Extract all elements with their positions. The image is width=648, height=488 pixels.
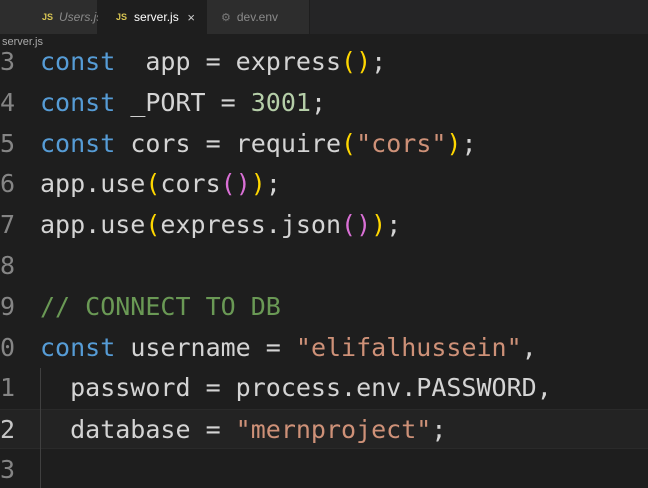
code-text: // CONNECT TO DB: [40, 287, 281, 327]
js-file-icon: JS: [116, 12, 128, 22]
code-token: app.use: [40, 210, 146, 240]
code-token: // CONNECT TO DB: [40, 291, 281, 321]
code-text: const _PORT = 3001;: [40, 83, 326, 123]
code-token: const: [40, 332, 116, 362]
code-token: database =: [40, 415, 236, 445]
code-token: express.json: [160, 210, 342, 240]
tab-dev-env[interactable]: ⚙ dev.env: [207, 0, 310, 34]
code-line[interactable]: 7 app.use(express.json());: [0, 205, 648, 245]
line-number: 4: [0, 87, 16, 117]
code-line[interactable]: 8: [0, 246, 648, 286]
line-number: 7: [0, 210, 16, 240]
code-line[interactable]: 2 database = "mernproject";: [0, 409, 648, 450]
code-token: "elifalhussein": [295, 332, 522, 362]
code-editor[interactable]: 3 const app = express(); 4 const _PORT = 30…: [0, 42, 648, 488]
code-token: username =: [115, 332, 296, 362]
code-token: cors: [160, 169, 221, 199]
code-token: (): [220, 169, 251, 199]
code-token: ): [250, 169, 266, 199]
code-token: "mernproject": [235, 415, 432, 445]
code-token: const: [40, 87, 116, 117]
line-number: 2: [0, 415, 16, 445]
code-token: (: [145, 169, 161, 199]
js-file-icon: JS: [42, 12, 54, 22]
code-token: const: [40, 47, 116, 76]
tab-server-js[interactable]: JS server.js ×: [98, 0, 207, 34]
code-line[interactable]: 6 app.use(cors());: [0, 164, 648, 204]
code-token: (: [341, 128, 357, 158]
code-token: (): [341, 210, 372, 240]
code-token: cors = require: [115, 128, 342, 158]
indent-guide: [40, 368, 41, 488]
code-token: ,: [521, 332, 537, 362]
tab-label: server.js: [134, 10, 179, 24]
code-text: const username = "elifalhussein",: [40, 328, 537, 368]
line-number: 6: [0, 169, 16, 199]
code-token: ): [371, 210, 387, 240]
code-text: password = process.env.PASSWORD,: [40, 368, 552, 408]
code-text: const cors = require("cors");: [40, 124, 477, 164]
gear-icon: ⚙: [221, 11, 231, 24]
code-token: ;: [310, 87, 327, 117]
code-line[interactable]: 3: [0, 450, 648, 488]
tab-label: Users.js: [59, 10, 103, 24]
code-token: app.use: [40, 169, 146, 199]
code-token: ;: [431, 415, 447, 445]
code-line[interactable]: 0 const username = "elifalhussein",: [0, 328, 648, 368]
code-token: const: [40, 128, 116, 158]
code-token: app = express: [115, 47, 342, 76]
code-token: ;: [461, 128, 477, 158]
line-number: 0: [0, 332, 16, 362]
code-token: (: [145, 210, 161, 240]
line-number: 3: [0, 47, 16, 76]
code-token: ): [446, 128, 462, 158]
code-token: ;: [371, 47, 387, 76]
code-line[interactable]: 1 password = process.env.PASSWORD,: [0, 368, 648, 408]
tab-users-js[interactable]: JS Users.js: [0, 0, 102, 34]
line-number: 3: [0, 455, 16, 484]
code-text: database = "mernproject";: [40, 410, 446, 450]
code-line[interactable]: 5 const cors = require("cors");: [0, 124, 648, 164]
tab-label: dev.env: [236, 10, 279, 24]
line-number: 5: [0, 128, 16, 158]
code-token: ;: [386, 210, 402, 240]
line-number: 9: [0, 291, 16, 321]
line-number: 8: [0, 251, 16, 280]
code-line[interactable]: 9 // CONNECT TO DB: [0, 287, 648, 327]
code-text: app.use(cors());: [40, 164, 281, 204]
code-token: _PORT =: [115, 87, 251, 117]
code-token: 3001: [250, 87, 311, 117]
code-token: password = process.env.PASSWORD,: [40, 373, 552, 403]
code-line[interactable]: 4 const _PORT = 3001;: [0, 83, 648, 123]
line-number: 1: [0, 373, 16, 403]
editor-tab-bar: JS Users.js JS server.js × ⚙ dev.env: [0, 0, 648, 34]
code-text: const app = express();: [40, 42, 386, 82]
code-token: "cors": [356, 128, 447, 158]
code-token: ;: [265, 169, 281, 199]
code-line[interactable]: 3 const app = express();: [0, 42, 648, 82]
code-token: (): [341, 47, 372, 76]
close-icon[interactable]: ×: [187, 10, 195, 25]
code-text: app.use(express.json());: [40, 205, 401, 245]
